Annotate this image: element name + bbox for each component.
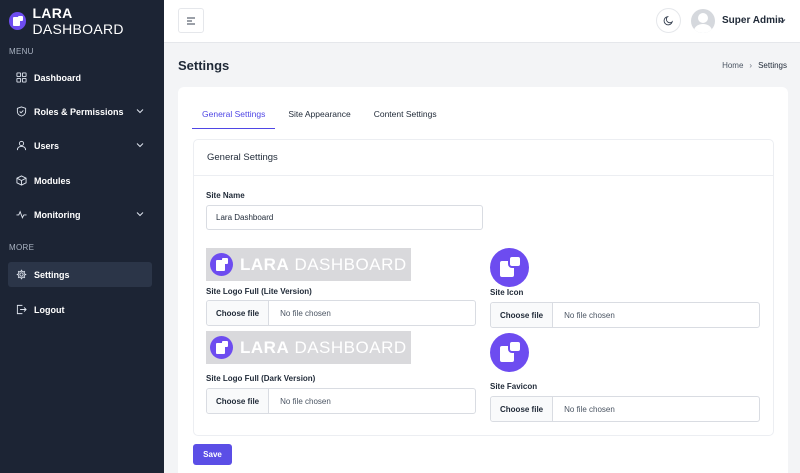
breadcrumb-current: Settings [758, 61, 787, 70]
logo-mark-icon [210, 336, 233, 359]
sidebar-item-label: Dashboard [34, 72, 82, 83]
logo-dark-preview: LARA DASHBOARD [206, 331, 411, 364]
sidebar-item-monitoring[interactable]: Monitoring [8, 202, 152, 227]
menu-icon [187, 17, 195, 24]
sidebar-item-dashboard[interactable]: Dashboard [8, 65, 152, 90]
logo-mark-icon [210, 253, 233, 276]
moon-icon [663, 15, 674, 26]
sidebar-item-modules[interactable]: Modules [8, 168, 152, 193]
logo-lite-file-input[interactable]: Choose file No file chosen [206, 300, 476, 326]
sidebar-item-label: Modules [34, 175, 71, 186]
sidebar-item-label: Logout [34, 304, 65, 315]
tab-content-settings[interactable]: Content Settings [364, 100, 447, 129]
page-title: Settings [178, 58, 230, 73]
settings-tabs: General Settings Site Appearance Content… [192, 100, 450, 129]
sidebar-item-label: Roles & Permissions [34, 106, 124, 117]
sidebar-item-users[interactable]: Users [8, 133, 152, 158]
sidebar-item-label: Users [34, 140, 60, 151]
site-name-input[interactable]: Lara Dashboard [206, 205, 483, 230]
choose-file-button[interactable]: Choose file [207, 301, 270, 325]
user-name[interactable]: Super Admin [722, 15, 784, 26]
logo-lite-label: Site Logo Full (Lite Version) [206, 287, 312, 296]
site-name-label: Site Name [206, 191, 245, 200]
no-file-text: No file chosen [280, 308, 331, 318]
site-icon-label: Site Icon [490, 288, 524, 297]
logo-wordmark: LARA DASHBOARD [240, 254, 407, 274]
tab-general-settings[interactable]: General Settings [192, 100, 276, 129]
no-file-text: No file chosen [564, 310, 615, 320]
choose-file-button[interactable]: Choose file [491, 397, 554, 421]
logo-wordmark: LARA DASHBOARD [240, 337, 407, 357]
chevron-down-icon [136, 212, 144, 217]
site-icon-file-input[interactable]: Choose file No file chosen [490, 302, 760, 328]
logo-dark-label: Site Logo Full (Dark Version) [206, 374, 316, 383]
sidebar-item-label: Settings [34, 269, 70, 280]
brand-logo-icon [9, 12, 27, 30]
gear-icon [16, 269, 27, 280]
sidebar-item-settings[interactable]: Settings [8, 262, 152, 287]
sidebar-item-logout[interactable]: Logout [8, 297, 152, 322]
site-favicon-preview [490, 333, 529, 372]
sidebar-toggle-button[interactable] [178, 8, 204, 33]
logo-dark-file-input[interactable]: Choose file No file chosen [206, 388, 476, 414]
shield-icon [16, 106, 27, 117]
brand-title: LARA DASHBOARD [32, 5, 124, 37]
chevron-down-icon[interactable] [778, 17, 786, 25]
activity-icon [16, 209, 27, 220]
cube-icon [16, 175, 27, 186]
chevron-down-icon [136, 143, 144, 148]
more-heading: MORE [9, 243, 35, 252]
chevron-down-icon [136, 109, 144, 114]
tab-site-appearance[interactable]: Site Appearance [278, 100, 360, 129]
site-favicon-file-input[interactable]: Choose file No file chosen [490, 396, 760, 422]
sidebar-item-roles-permissions[interactable]: Roles & Permissions [8, 99, 152, 124]
brand[interactable]: LARA DASHBOARD [0, 0, 164, 42]
no-file-text: No file chosen [564, 404, 615, 414]
menu-heading: MENU [9, 47, 34, 56]
user-icon [16, 140, 27, 151]
site-favicon-label: Site Favicon [490, 382, 538, 391]
breadcrumb: Home › Settings [722, 61, 787, 70]
site-icon-preview [490, 248, 529, 287]
no-file-text: No file chosen [280, 396, 331, 406]
grid-icon [16, 72, 27, 83]
topbar: Super Admin [164, 0, 800, 43]
sidebar: LARA DASHBOARD MENU Dashboard Roles & Pe… [0, 0, 164, 473]
breadcrumb-home-link[interactable]: Home [722, 61, 743, 70]
choose-file-button[interactable]: Choose file [207, 389, 270, 413]
dark-mode-toggle[interactable] [656, 8, 681, 33]
avatar[interactable] [691, 9, 715, 33]
panel-heading: General Settings [194, 140, 773, 176]
logo-lite-preview: LARA DASHBOARD [206, 248, 411, 281]
chevron-right-icon: › [749, 61, 753, 70]
save-button[interactable]: Save [193, 444, 232, 465]
choose-file-button[interactable]: Choose file [491, 303, 554, 327]
sidebar-item-label: Monitoring [34, 209, 81, 220]
logout-icon [16, 304, 27, 315]
